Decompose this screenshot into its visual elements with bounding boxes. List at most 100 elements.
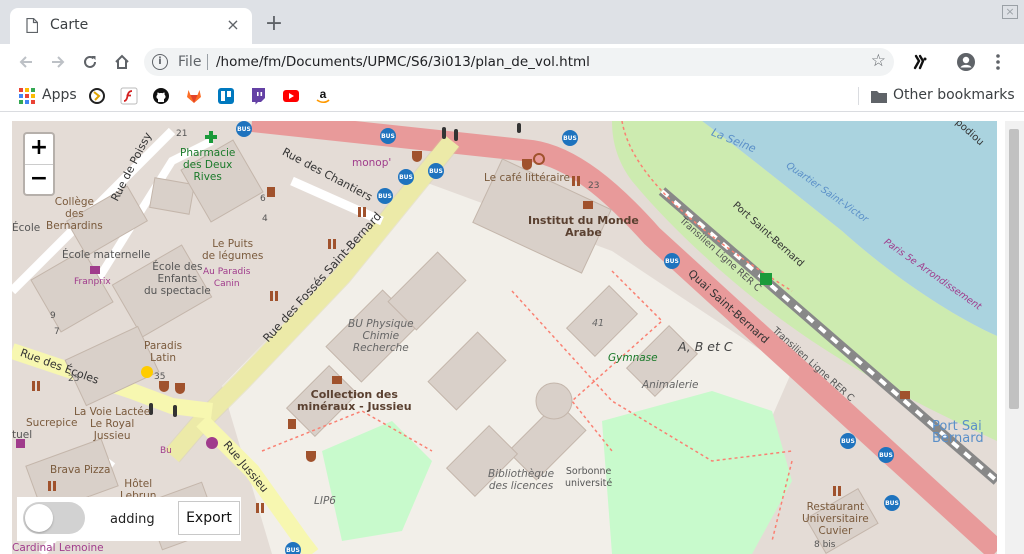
- label-num-21: 21: [176, 129, 188, 139]
- svg-text:BUS: BUS: [381, 133, 395, 140]
- label-8-bis: 8 bis: [814, 540, 836, 550]
- label-port-saint-bernard-2: Port Sai Bernard: [932, 419, 984, 446]
- label-pharmacie: Pharmacie des Deux Rives: [180, 147, 236, 183]
- zoom-out-button[interactable]: −: [25, 164, 53, 194]
- svg-text:BUS: BUS: [563, 135, 577, 142]
- label-animalerie: Animalerie: [642, 379, 699, 391]
- twitch-icon[interactable]: [249, 86, 267, 106]
- bookmarks-divider: [858, 87, 859, 105]
- label-abc: A, B et C: [678, 339, 733, 354]
- amazon-icon[interactable]: a: [314, 86, 332, 106]
- home-button[interactable]: [108, 48, 136, 76]
- extension-icon[interactable]: [910, 52, 930, 72]
- toggle-knob: [25, 504, 53, 532]
- url-text[interactable]: /home/fm/Documents/UPMC/S6/3i013/plan_de…: [216, 54, 590, 70]
- youtube-icon[interactable]: [282, 86, 300, 106]
- map-view[interactable]: BUS BUS BUS BUS BUS BUS BUS BUS BUS BUS …: [12, 121, 997, 554]
- label-ecole-maternelle: École maternelle: [62, 249, 151, 261]
- map-controls-panel: adding Export: [17, 497, 241, 541]
- address-bar[interactable]: i File /home/fm/Documents/UPMC/S6/3i013/…: [144, 48, 894, 76]
- bookmark-bolt-icon[interactable]: [88, 86, 106, 106]
- svg-text:BUS: BUS: [429, 168, 443, 175]
- svg-text:BUS: BUS: [665, 258, 679, 265]
- apps-grid-icon: [19, 88, 35, 104]
- label-college-bernardins: Collège des Bernardins: [46, 196, 103, 232]
- tab-strip: Carte × + ×: [0, 0, 1024, 44]
- label-num-6: 6: [260, 194, 266, 204]
- label-lip6: LIP6: [314, 495, 336, 507]
- zoom-in-button[interactable]: +: [25, 134, 53, 164]
- label-bu: Bu: [160, 446, 172, 456]
- bookmarks-bar: Apps a Other bookmarks: [0, 80, 1024, 112]
- svg-text:BUS: BUS: [286, 547, 300, 554]
- label-num-7: 7: [54, 327, 60, 337]
- page-content: BUS BUS BUS BUS BUS BUS BUS BUS BUS BUS …: [0, 113, 1024, 554]
- label-collection-mineraux: Collection des minéraux - Jussieu: [297, 388, 412, 413]
- label-restaurant-cuvier: Restaurant Universitaire Cuvier: [802, 501, 869, 537]
- scrollbar-thumb[interactable]: [1009, 129, 1019, 409]
- label-puits-legumes: Le Puits de légumes: [202, 238, 264, 262]
- label-voie-lactee: La Voie Lactée Le Royal Jussieu: [74, 406, 151, 442]
- svg-text:BUS: BUS: [885, 500, 899, 507]
- label-num-9: 9: [50, 311, 56, 321]
- label-brava-pizza: Brava Pizza: [50, 464, 111, 476]
- back-button[interactable]: [12, 48, 40, 76]
- label-paradis-latin: Paradis Latin: [144, 340, 183, 364]
- bookmark-apps-label[interactable]: Apps: [42, 87, 77, 103]
- label-num-25: 25: [68, 374, 80, 384]
- tab-carte[interactable]: Carte ×: [10, 8, 252, 44]
- svg-text:BUS: BUS: [378, 193, 392, 200]
- bookmark-flash-icon[interactable]: [120, 86, 138, 106]
- label-ecole-enfants: École des Enfants du spectacle: [144, 261, 211, 297]
- svg-text:BUS: BUS: [879, 452, 893, 459]
- label-num-4: 4: [262, 214, 268, 224]
- forward-button[interactable]: [44, 48, 72, 76]
- label-sorbonne: Sorbonne université: [565, 466, 613, 489]
- label-bibliotheque: Bibliothèque des licences: [488, 468, 555, 492]
- browser-toolbar: i File /home/fm/Documents/UPMC/S6/3i013/…: [0, 44, 1024, 80]
- menu-kebab-icon[interactable]: [988, 52, 1008, 72]
- url-separator: [207, 54, 208, 70]
- gitlab-icon[interactable]: [185, 86, 203, 106]
- svg-text:BUS: BUS: [399, 174, 413, 181]
- label-num-23: 23: [588, 181, 600, 191]
- label-tuel: tuel: [12, 429, 33, 441]
- home-icon: [115, 54, 129, 69]
- label-bu-physique: BU Physique Chimie Recherche: [348, 318, 414, 354]
- svg-text:BUS: BUS: [237, 126, 251, 133]
- info-icon[interactable]: i: [152, 54, 168, 70]
- adding-toggle[interactable]: [23, 502, 85, 534]
- profile-icon[interactable]: [956, 52, 976, 72]
- svg-text:a: a: [320, 87, 327, 101]
- label-sucrepice: Sucrepice: [26, 417, 78, 429]
- export-button[interactable]: Export: [178, 501, 240, 535]
- folder-icon[interactable]: [870, 86, 888, 106]
- other-bookmarks[interactable]: Other bookmarks: [893, 87, 1015, 103]
- label-num-35: 35: [154, 372, 166, 382]
- label-monop: monop': [352, 157, 392, 169]
- adding-label: adding: [110, 512, 155, 527]
- svg-text:BUS: BUS: [841, 438, 855, 445]
- forward-arrow-icon: [52, 56, 65, 68]
- label-cafe-litteraire: Le café littéraire: [484, 172, 570, 184]
- github-icon[interactable]: [152, 86, 170, 106]
- new-tab-button[interactable]: +: [262, 13, 286, 37]
- bookmark-star-icon[interactable]: ☆: [871, 51, 886, 71]
- label-ecole: École: [12, 222, 41, 234]
- reload-icon: [84, 55, 96, 68]
- label-institut-monde-arabe: Institut du Monde Arabe: [528, 214, 639, 239]
- tab-title: Carte: [50, 17, 89, 33]
- page-scrollbar[interactable]: [1005, 121, 1024, 554]
- reload-button[interactable]: [76, 48, 104, 76]
- label-cardinal-lemoine: Cardinal Lemoine: [12, 542, 104, 554]
- label-41: 41: [592, 318, 605, 329]
- zoom-control: + −: [23, 132, 55, 196]
- back-arrow-icon: [19, 56, 32, 68]
- trello-icon[interactable]: [217, 86, 235, 106]
- url-scheme: File: [178, 54, 202, 70]
- label-paradis-canin: Au Paradis Canin: [203, 267, 251, 289]
- document-icon: [26, 18, 38, 33]
- label-gymnase: Gymnase: [608, 352, 658, 364]
- window-close-button[interactable]: ×: [1002, 5, 1018, 19]
- tab-close-icon[interactable]: ×: [224, 16, 242, 34]
